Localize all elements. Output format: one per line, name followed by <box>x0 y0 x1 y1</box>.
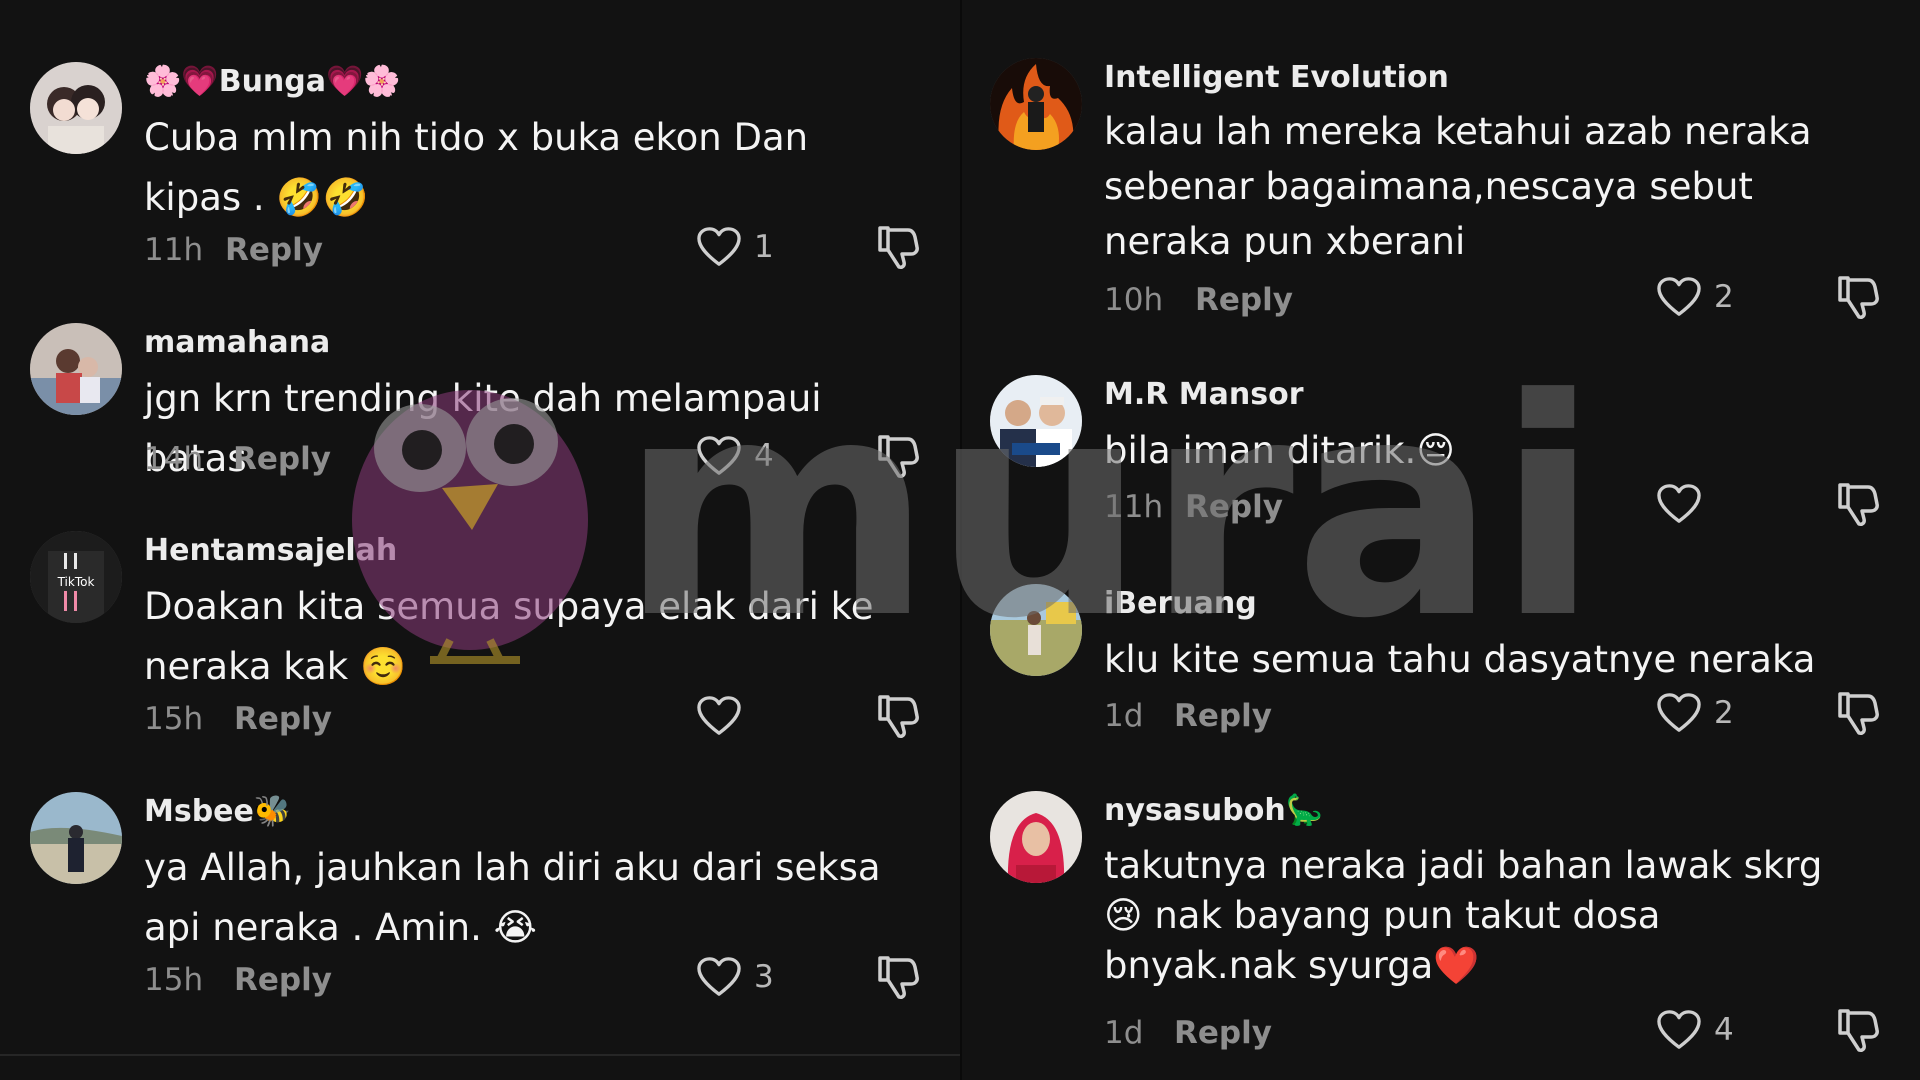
heart-icon <box>1657 484 1701 523</box>
comment-time: 11h <box>144 232 204 268</box>
heart-icon <box>697 436 741 475</box>
thumbs-down-icon <box>1838 692 1879 735</box>
comment-time: 14h <box>144 441 204 477</box>
dislike-button[interactable] <box>876 693 920 743</box>
like-count: 2 <box>1714 695 1734 731</box>
username[interactable]: nysasuboh🦕 <box>1104 791 1323 831</box>
comment-text: Doakan kita semua supaya elak dari ke ne… <box>144 585 874 688</box>
reply-button[interactable]: Reply <box>233 439 331 479</box>
thumbs-down-icon <box>878 956 919 999</box>
svg-text:TikTok: TikTok <box>57 575 95 589</box>
like-button[interactable]: 4 <box>1656 1009 1734 1051</box>
heart-icon <box>1657 277 1701 316</box>
like-button[interactable] <box>696 695 754 737</box>
like-count: 1 <box>754 229 774 265</box>
username[interactable]: iBeruang <box>1104 584 1257 624</box>
comment-text: klu kite semua tahu dasyatnye neraka <box>1104 638 1816 681</box>
like-button[interactable] <box>1656 483 1714 525</box>
dislike-button[interactable] <box>876 433 920 483</box>
reply-button[interactable]: Reply <box>1185 487 1283 527</box>
username[interactable]: Intelligent Evolution <box>1104 58 1449 98</box>
comment-time: 15h <box>144 962 204 998</box>
comment-time: 1d <box>1104 698 1144 734</box>
flame-figure-avatar[interactable] <box>990 58 1082 150</box>
reply-button[interactable]: Reply <box>1174 696 1272 736</box>
like-count: 4 <box>754 438 774 474</box>
reply-button[interactable]: Reply <box>225 230 323 270</box>
dislike-button[interactable] <box>1836 481 1880 531</box>
dislike-button[interactable] <box>1836 690 1880 740</box>
like-button[interactable]: 1 <box>696 226 774 268</box>
hijab-woman-avatar[interactable] <box>990 791 1082 883</box>
thumbs-down-icon <box>878 226 919 269</box>
thumbs-down-icon <box>1838 1009 1879 1052</box>
username[interactable]: 🌸💗Bunga💗🌸 <box>144 62 401 102</box>
divider <box>0 1054 960 1056</box>
previous-comment-peek: ━ ━ <box>1220 0 1266 13</box>
heart-icon <box>1657 693 1701 732</box>
comment-time: 15h <box>144 701 204 737</box>
heart-icon <box>697 227 741 266</box>
tiktok-shirt-avatar[interactable]: TikTok <box>30 531 122 623</box>
like-button[interactable]: 4 <box>696 435 774 477</box>
thumbs-down-icon <box>1838 276 1879 319</box>
comment-time: 1d <box>1104 1015 1144 1051</box>
username[interactable]: Hentamsajelah <box>144 531 397 571</box>
dislike-button[interactable] <box>876 954 920 1004</box>
politicians-avatar[interactable] <box>990 375 1082 467</box>
thumbs-down-icon <box>878 435 919 478</box>
thumbs-down-icon <box>1838 483 1879 526</box>
username[interactable]: mamahana <box>144 323 330 363</box>
left-comments-panel: ━━ ━━━━━ 🌸💗Bunga💗🌸 Cuba mlm nih tido x b… <box>0 0 960 1080</box>
reply-button[interactable]: Reply <box>234 960 332 1000</box>
like-button[interactable]: 3 <box>696 956 774 998</box>
comment-text: ya Allah, jauhkan lah diri aku dari seks… <box>144 846 881 949</box>
heart-icon <box>697 957 741 996</box>
like-count: 4 <box>1714 1012 1734 1048</box>
family-photo-avatar[interactable] <box>30 323 122 415</box>
thumbs-down-icon <box>878 695 919 738</box>
comment-time: 10h <box>1104 282 1164 318</box>
comment-text: bila iman ditarik.😔 <box>1104 429 1455 472</box>
reply-button[interactable]: Reply <box>1195 280 1293 320</box>
comment-time: 11h <box>1104 489 1164 525</box>
anime-couple-avatar[interactable] <box>30 62 122 154</box>
heart-icon <box>697 696 741 735</box>
dislike-button[interactable] <box>1836 274 1880 324</box>
like-button[interactable]: 2 <box>1656 692 1734 734</box>
dislike-button[interactable] <box>876 224 920 274</box>
like-button[interactable]: 2 <box>1656 276 1734 318</box>
right-comments-panel: ━ ━ Intelligent Evolution kalau lah mere… <box>960 0 1920 1080</box>
beach-person-avatar[interactable] <box>30 792 122 884</box>
dislike-button[interactable] <box>1836 1007 1880 1057</box>
outdoor-person-avatar[interactable] <box>990 584 1082 676</box>
previous-comment-peek: ━━ ━━━━━ <box>144 0 280 13</box>
comment-text: takutnya neraka jadi bahan lawak skrg😢 n… <box>1104 844 1823 987</box>
username[interactable]: M.R Mansor <box>1104 375 1304 415</box>
comment-text: kalau lah mereka ketahui azab neraka seb… <box>1104 110 1812 263</box>
like-count: 2 <box>1714 279 1734 315</box>
reply-button[interactable]: Reply <box>1174 1013 1272 1053</box>
username[interactable]: Msbee🐝 <box>144 792 291 832</box>
heart-icon <box>1657 1010 1701 1049</box>
reply-button[interactable]: Reply <box>234 699 332 739</box>
comment-text: Cuba mlm nih tido x buka ekon Dan kipas … <box>144 116 809 219</box>
like-count: 3 <box>754 959 774 995</box>
